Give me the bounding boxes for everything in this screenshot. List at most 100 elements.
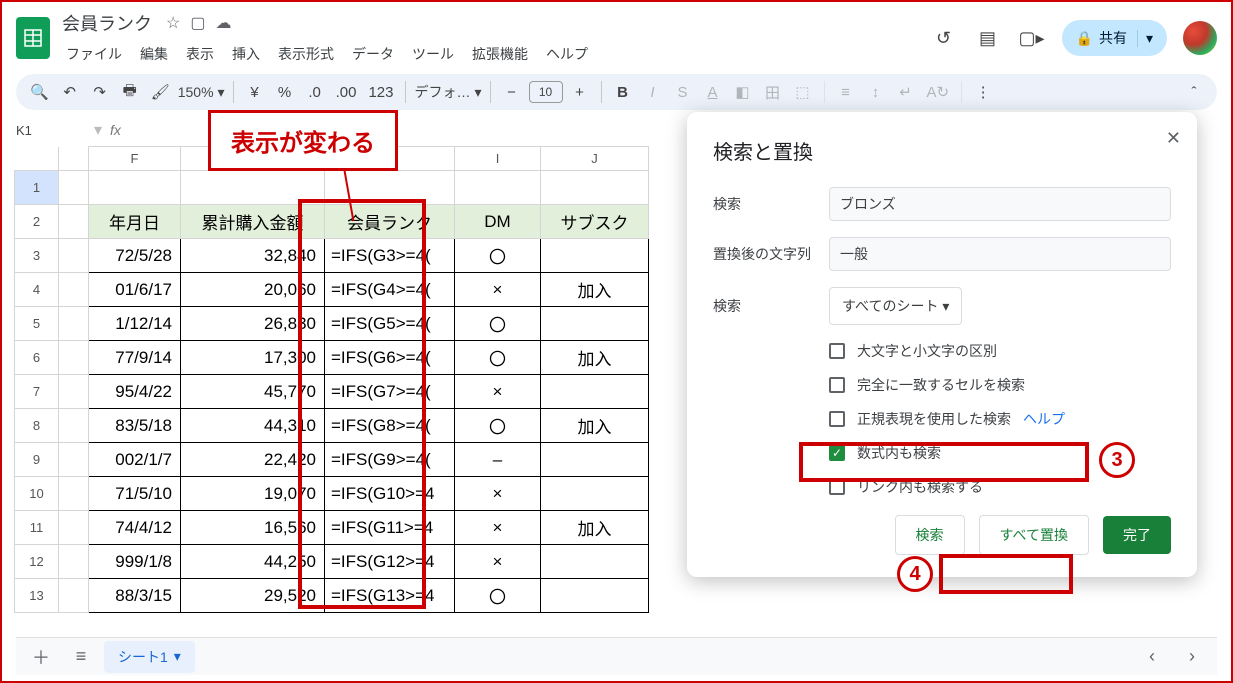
- text-color-icon[interactable]: A: [700, 78, 726, 106]
- chevron-down-icon[interactable]: ▾: [1137, 30, 1153, 47]
- rotate-icon[interactable]: A↻: [923, 78, 954, 106]
- cell-I5[interactable]: 〇: [455, 307, 541, 341]
- menu-表示[interactable]: 表示: [178, 40, 222, 68]
- cell-H7[interactable]: =IFS(G7>=4(: [325, 375, 455, 409]
- cell-J4[interactable]: 加入: [541, 273, 649, 307]
- decrease-font-icon[interactable]: −: [499, 78, 525, 106]
- rowhead-3[interactable]: 3: [15, 239, 59, 273]
- strike-icon[interactable]: S: [670, 78, 696, 106]
- cell-H10[interactable]: =IFS(G10>=4: [325, 477, 455, 511]
- header-I[interactable]: DM: [455, 205, 541, 239]
- avatar[interactable]: [1183, 21, 1217, 55]
- cell-J3[interactable]: [541, 239, 649, 273]
- scroll-right-icon[interactable]: ›: [1175, 642, 1209, 672]
- search-button[interactable]: 検索: [895, 515, 965, 555]
- move-icon[interactable]: ▢: [190, 13, 205, 33]
- cell-F11[interactable]: 74/4/12: [89, 511, 181, 545]
- cell-G8[interactable]: 44,310: [181, 409, 325, 443]
- cell-I12[interactable]: ×: [455, 545, 541, 579]
- comment-icon[interactable]: ▤: [974, 24, 1002, 52]
- cell-G12[interactable]: 44,250: [181, 545, 325, 579]
- font-size-input[interactable]: 10: [529, 81, 563, 103]
- history-icon[interactable]: ↺: [930, 24, 958, 52]
- cell-G5[interactable]: 26,830: [181, 307, 325, 341]
- cell-F6[interactable]: 77/9/14: [89, 341, 181, 375]
- print-icon[interactable]: 🖶: [117, 78, 143, 106]
- cloud-icon[interactable]: ☁: [215, 13, 231, 33]
- cell-I10[interactable]: ×: [455, 477, 541, 511]
- rowhead-7[interactable]: 7: [15, 375, 59, 409]
- cell-J9[interactable]: [541, 443, 649, 477]
- name-box[interactable]: [16, 123, 86, 138]
- wrap-icon[interactable]: ↵: [893, 78, 919, 106]
- redo-icon[interactable]: ↷: [87, 78, 113, 106]
- cell-H5[interactable]: =IFS(G5>=4(: [325, 307, 455, 341]
- checkbox-case[interactable]: [829, 343, 845, 359]
- cell-J11[interactable]: 加入: [541, 511, 649, 545]
- cell-F12[interactable]: 999/1/8: [89, 545, 181, 579]
- cell-G13[interactable]: 29,520: [181, 579, 325, 613]
- checkbox-exact[interactable]: [829, 377, 845, 393]
- cell-G10[interactable]: 19,070: [181, 477, 325, 511]
- cell-G11[interactable]: 16,560: [181, 511, 325, 545]
- cell-J6[interactable]: 加入: [541, 341, 649, 375]
- collapse-icon[interactable]: ˆ: [1181, 78, 1207, 106]
- rowhead-11[interactable]: 11: [15, 511, 59, 545]
- cell-H13[interactable]: =IFS(G13>=4: [325, 579, 455, 613]
- cell-G3[interactable]: 32,840: [181, 239, 325, 273]
- fill-color-icon[interactable]: ◧: [730, 78, 756, 106]
- undo-icon[interactable]: ↶: [57, 78, 83, 106]
- cell-G7[interactable]: 45,770: [181, 375, 325, 409]
- cell-J8[interactable]: 加入: [541, 409, 649, 443]
- doc-title[interactable]: 会員ランク: [58, 8, 156, 38]
- currency-icon[interactable]: ¥: [242, 78, 268, 106]
- cell-F3[interactable]: 72/5/28: [89, 239, 181, 273]
- more-formats-icon[interactable]: 123: [364, 78, 397, 106]
- cell-H6[interactable]: =IFS(G6>=4(: [325, 341, 455, 375]
- valign-icon[interactable]: ↕: [863, 78, 889, 106]
- rowhead-12[interactable]: 12: [15, 545, 59, 579]
- cell-J12[interactable]: [541, 545, 649, 579]
- menu-編集[interactable]: 編集: [132, 40, 176, 68]
- decrease-decimal-icon[interactable]: .0: [302, 78, 328, 106]
- cell-F4[interactable]: 01/6/17: [89, 273, 181, 307]
- scope-select[interactable]: すべてのシート ▾: [829, 287, 962, 325]
- cell-I11[interactable]: ×: [455, 511, 541, 545]
- cell-I6[interactable]: 〇: [455, 341, 541, 375]
- percent-icon[interactable]: %: [272, 78, 298, 106]
- menu-ツール[interactable]: ツール: [404, 40, 462, 68]
- cell-I13[interactable]: 〇: [455, 579, 541, 613]
- colhead-J[interactable]: J: [541, 147, 649, 171]
- header-G[interactable]: 累計購入金額: [181, 205, 325, 239]
- cell-J10[interactable]: [541, 477, 649, 511]
- checkbox-link[interactable]: [829, 479, 845, 495]
- cell-F13[interactable]: 88/3/15: [89, 579, 181, 613]
- cell-H11[interactable]: =IFS(G11>=4: [325, 511, 455, 545]
- add-sheet-icon[interactable]: ＋: [24, 642, 58, 672]
- rowhead-10[interactable]: 10: [15, 477, 59, 511]
- rowhead-2[interactable]: 2: [15, 205, 59, 239]
- more-icon[interactable]: ⋮: [970, 78, 996, 106]
- increase-decimal-icon[interactable]: .00: [332, 78, 361, 106]
- done-button[interactable]: 完了: [1103, 516, 1171, 554]
- cell-I3[interactable]: 〇: [455, 239, 541, 273]
- header-J[interactable]: サブスク: [541, 205, 649, 239]
- all-sheets-icon[interactable]: ≡: [64, 642, 98, 672]
- share-button[interactable]: 🔒 共有 ▾: [1062, 20, 1167, 56]
- bold-icon[interactable]: B: [610, 78, 636, 106]
- menu-拡張機能[interactable]: 拡張機能: [464, 40, 536, 68]
- colhead-F[interactable]: F: [89, 147, 181, 171]
- rowhead-9[interactable]: 9: [15, 443, 59, 477]
- cell-G6[interactable]: 17,300: [181, 341, 325, 375]
- cell-F8[interactable]: 83/5/18: [89, 409, 181, 443]
- help-link[interactable]: ヘルプ: [1023, 409, 1065, 429]
- paint-format-icon[interactable]: 🖌: [147, 78, 174, 106]
- cell-F10[interactable]: 71/5/10: [89, 477, 181, 511]
- scroll-left-icon[interactable]: ‹: [1135, 642, 1169, 672]
- cell-H8[interactable]: =IFS(G8>=4(: [325, 409, 455, 443]
- cell-I8[interactable]: 〇: [455, 409, 541, 443]
- cell-J13[interactable]: [541, 579, 649, 613]
- cell-F7[interactable]: 95/4/22: [89, 375, 181, 409]
- close-icon[interactable]: ✕: [1166, 128, 1181, 149]
- zoom-select[interactable]: 150%▾: [178, 84, 225, 101]
